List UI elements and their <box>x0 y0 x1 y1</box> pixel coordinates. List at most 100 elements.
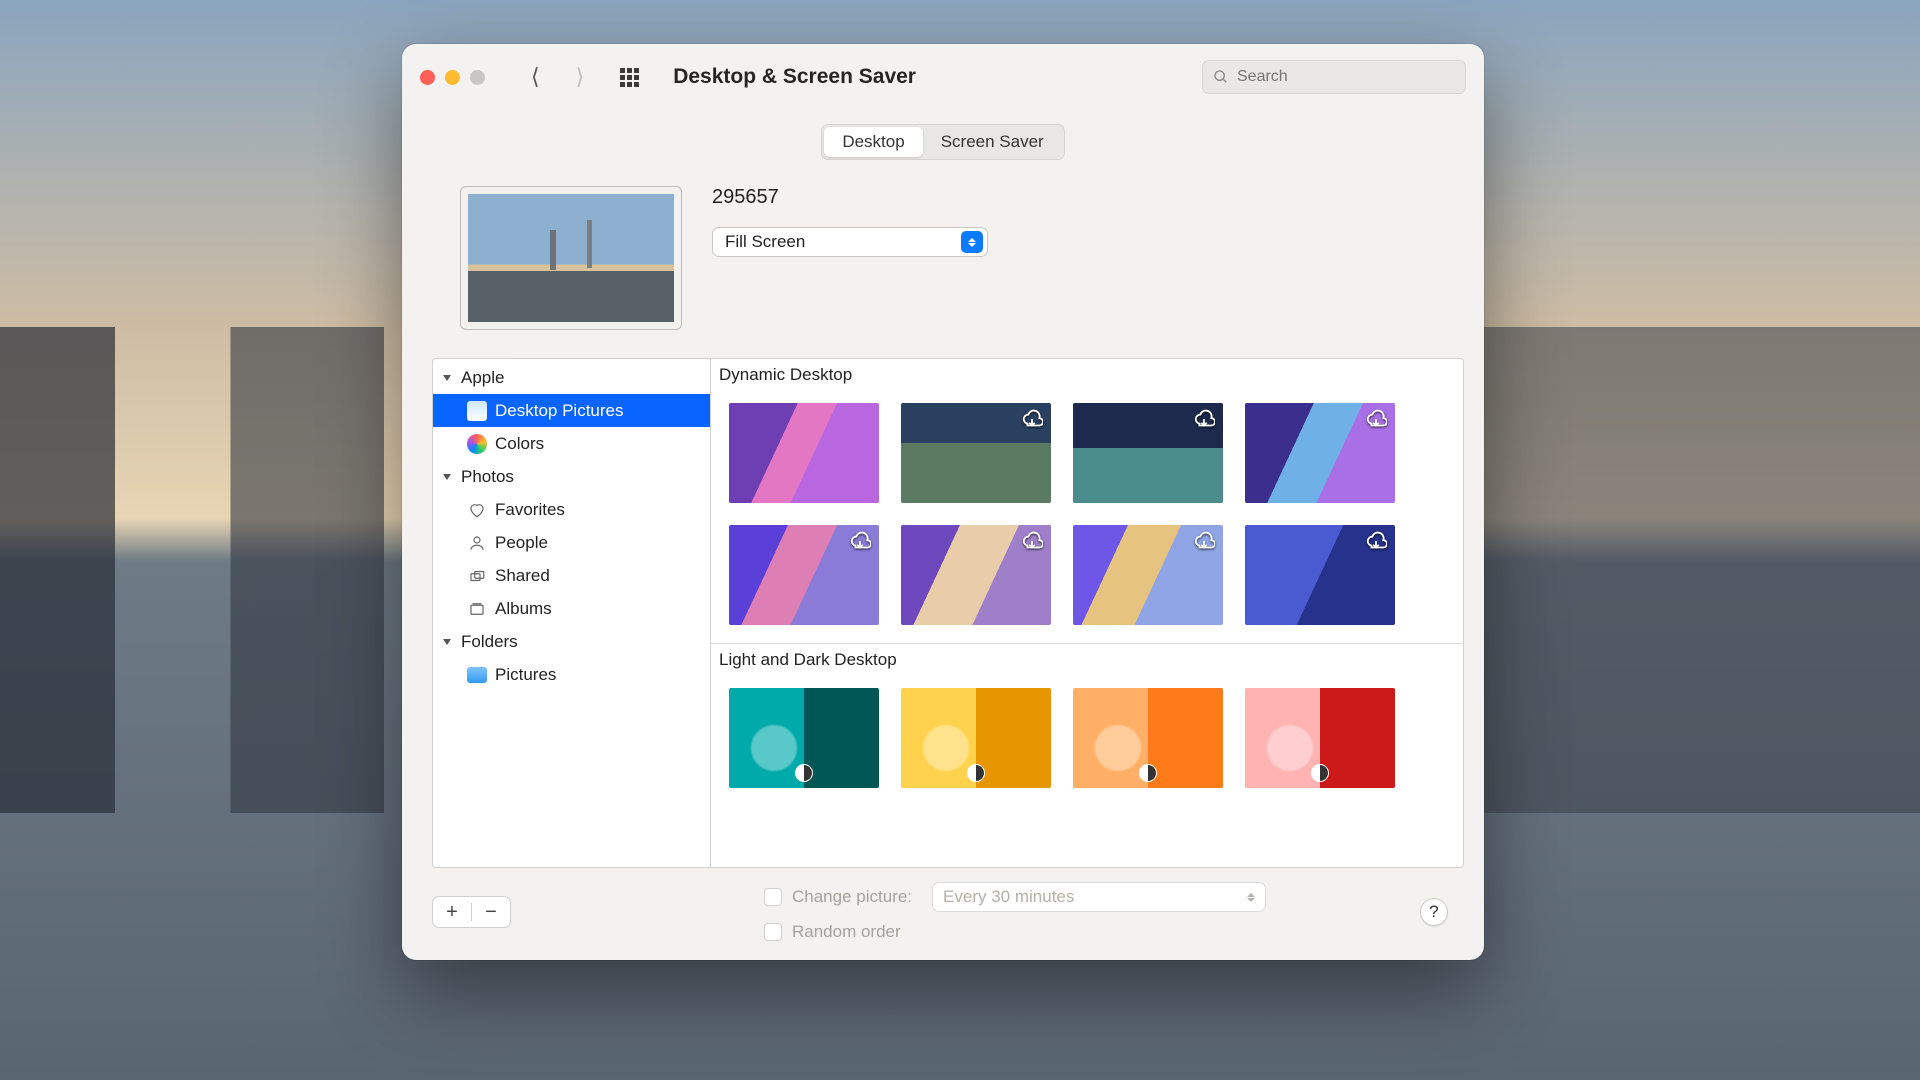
fit-mode-value: Fill Screen <box>725 232 805 252</box>
sidebar-label: Apple <box>461 368 504 388</box>
wallpaper-thumb[interactable] <box>729 403 879 503</box>
wallpaper-thumb[interactable] <box>901 525 1051 625</box>
wallpaper-thumb[interactable] <box>1073 525 1223 625</box>
show-all-icon[interactable] <box>620 68 639 87</box>
heart-icon <box>467 500 487 520</box>
change-picture-row: Change picture: <box>764 887 912 907</box>
sidebar-label: Folders <box>461 632 518 652</box>
wallpaper-thumb[interactable] <box>1073 688 1223 788</box>
download-icon <box>849 531 871 553</box>
tab-segment: Desktop Screen Saver <box>821 124 1064 160</box>
light-dark-icon <box>795 764 813 782</box>
lightdark-thumbs <box>711 674 1463 806</box>
section-title: Light and Dark Desktop <box>711 644 1463 674</box>
nav-arrows: ⟨ ⟩ <box>525 64 590 90</box>
interval-value: Every 30 minutes <box>943 887 1074 907</box>
light-dark-icon <box>1311 764 1329 782</box>
disclosure-triangle-icon <box>441 471 453 483</box>
wallpaper-thumb[interactable] <box>1245 403 1395 503</box>
disclosure-triangle-icon <box>441 372 453 384</box>
download-icon <box>1193 409 1215 431</box>
sidebar-label: Desktop Pictures <box>495 401 624 421</box>
sidebar-item-desktop-pictures[interactable]: Desktop Pictures <box>433 394 710 427</box>
random-order-checkbox[interactable] <box>764 923 782 941</box>
sidebar-label: Photos <box>461 467 514 487</box>
section-title: Dynamic Desktop <box>711 359 1463 389</box>
remove-folder-button[interactable]: − <box>472 897 510 927</box>
sidebar-label: Colors <box>495 434 544 454</box>
sidebar-cat-photos[interactable]: Photos <box>433 460 710 493</box>
header-info: 295657 Fill Screen <box>712 186 988 257</box>
window-controls <box>420 70 485 85</box>
wallpaper-thumb[interactable] <box>901 688 1051 788</box>
back-button[interactable]: ⟨ <box>525 64 546 90</box>
disclosure-triangle-icon <box>441 636 453 648</box>
popup-stepper-icon <box>961 231 983 253</box>
wallpaper-preview-image <box>468 194 674 322</box>
preferences-window: ⟨ ⟩ Desktop & Screen Saver Desktop Scree… <box>402 44 1484 960</box>
sidebar-item-favorites[interactable]: Favorites <box>433 493 710 526</box>
footer-options: Change picture: Every 30 minutes Random … <box>764 882 1266 942</box>
wallpaper-thumb[interactable] <box>1245 688 1395 788</box>
dynamic-thumbs <box>711 389 1463 643</box>
download-icon <box>1365 409 1387 431</box>
split-view: Apple Desktop Pictures Colors Photos Fav… <box>422 358 1464 868</box>
minimize-button[interactable] <box>445 70 460 85</box>
source-sidebar: Apple Desktop Pictures Colors Photos Fav… <box>432 358 710 868</box>
window-title: Desktop & Screen Saver <box>673 65 916 89</box>
change-picture-checkbox[interactable] <box>764 888 782 906</box>
tab-screensaver[interactable]: Screen Saver <box>923 127 1062 157</box>
sidebar-item-shared[interactable]: Shared <box>433 559 710 592</box>
sidebar-item-people[interactable]: People <box>433 526 710 559</box>
light-dark-icon <box>1139 764 1157 782</box>
search-field[interactable] <box>1202 60 1466 94</box>
sidebar-label: People <box>495 533 548 553</box>
albums-icon <box>467 599 487 619</box>
add-folder-button[interactable]: + <box>433 897 471 927</box>
sidebar-item-albums[interactable]: Albums <box>433 592 710 625</box>
download-icon <box>1193 531 1215 553</box>
forward-button[interactable]: ⟩ <box>570 64 591 90</box>
wallpaper-thumb[interactable] <box>729 688 879 788</box>
titlebar: ⟨ ⟩ Desktop & Screen Saver <box>402 44 1484 110</box>
close-button[interactable] <box>420 70 435 85</box>
wallpaper-thumb[interactable] <box>901 403 1051 503</box>
sidebar-item-pictures[interactable]: Pictures <box>433 658 710 691</box>
footer: + − Change picture: Every 30 minutes <box>422 868 1464 960</box>
wallpaper-thumb[interactable] <box>729 525 879 625</box>
tab-desktop[interactable]: Desktop <box>824 127 922 157</box>
sidebar-label: Shared <box>495 566 550 586</box>
sidebar-cat-folders[interactable]: Folders <box>433 625 710 658</box>
random-order-row: Random order <box>764 922 1266 942</box>
header-row: 295657 Fill Screen <box>422 160 1464 358</box>
wallpaper-thumb[interactable] <box>1073 403 1223 503</box>
download-icon <box>1365 531 1387 553</box>
light-dark-icon <box>967 764 985 782</box>
shared-icon <box>467 566 487 586</box>
help-button[interactable]: ? <box>1420 898 1448 926</box>
download-icon <box>1021 531 1043 553</box>
fit-mode-popup[interactable]: Fill Screen <box>712 227 988 257</box>
content: Desktop Screen Saver 295657 Fill Screen … <box>402 110 1484 960</box>
wallpaper-thumb[interactable] <box>1245 525 1395 625</box>
tab-bar: Desktop Screen Saver <box>422 110 1464 160</box>
folder-icon <box>467 401 487 421</box>
sidebar-label: Albums <box>495 599 552 619</box>
interval-popup[interactable]: Every 30 minutes <box>932 882 1266 912</box>
section-lightdark: Light and Dark Desktop <box>711 644 1463 806</box>
search-icon <box>1213 69 1229 85</box>
sidebar-item-colors[interactable]: Colors <box>433 427 710 460</box>
sidebar-label: Pictures <box>495 665 556 685</box>
popup-stepper-icon <box>1247 893 1255 902</box>
sidebar-label: Favorites <box>495 500 565 520</box>
wallpaper-name: 295657 <box>712 186 988 209</box>
random-order-label: Random order <box>792 922 901 942</box>
change-picture-label: Change picture: <box>792 887 912 907</box>
add-remove-control: + − <box>432 896 511 928</box>
wallpaper-gallery: Dynamic Desktop Light and Dark Desktop <box>710 358 1464 868</box>
folder-icon <box>467 667 487 683</box>
search-input[interactable] <box>1237 68 1455 86</box>
sidebar-cat-apple[interactable]: Apple <box>433 361 710 394</box>
section-dynamic: Dynamic Desktop <box>711 359 1463 644</box>
zoom-button[interactable] <box>470 70 485 85</box>
